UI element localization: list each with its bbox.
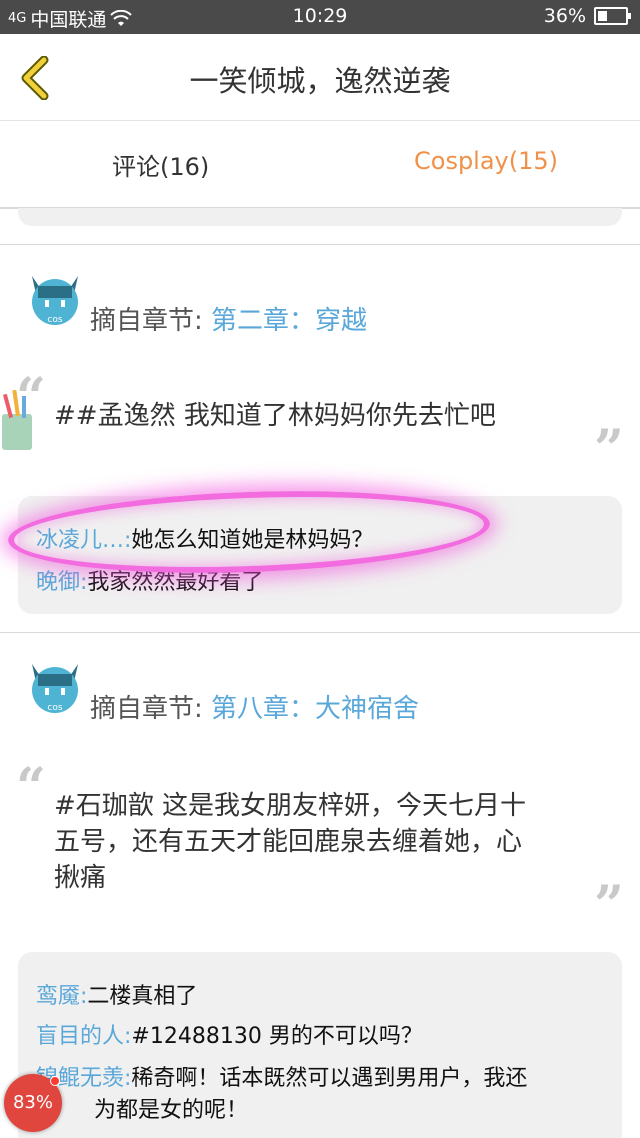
comment-text: 稀奇啊！话本既然可以遇到男用户，我还 (131, 1066, 528, 1091)
divider (0, 632, 640, 633)
comment-user[interactable]: 晚御: (36, 570, 87, 595)
comment-user[interactable]: 鸾魇: (36, 984, 87, 1009)
chapter-link[interactable]: 第二章：穿越 (211, 306, 367, 336)
quote-text-line: #石珈歆 这是我女朋友梓妍，今天七月十 (54, 791, 527, 821)
quote-text: ##孟逸然 我知道了林妈妈你先去忙吧 (54, 401, 496, 431)
cat-avatar-icon[interactable]: cos (28, 654, 82, 714)
comment-text: 为都是女的呢！ (94, 1098, 249, 1123)
cat-avatar-icon[interactable]: cos (28, 266, 82, 326)
battery-icon (594, 7, 631, 25)
quote-text-line: 五号，还有五天才能回鹿泉去缠着她，心 (54, 827, 523, 857)
comment-line: 为都是女的呢！ (94, 1092, 248, 1124)
avatar-label: cos (47, 703, 62, 713)
comment-line: 盲目的人:#12488130 男的不可以吗？ (36, 1018, 423, 1050)
divider (0, 244, 640, 245)
comment-box: 鸾魇:二楼真相了 盲目的人:#12488130 男的不可以吗？ 锦鲲无羡:稀奇啊… (18, 952, 622, 1138)
close-quote-icon: ” (594, 875, 624, 936)
tab-bar: 评论(16) Cosplay(15) (0, 121, 640, 209)
chapter-line: 摘自章节: 第八章：大神宿舍 (90, 688, 419, 725)
battery-percent: 36% (543, 5, 586, 27)
close-quote-icon: ” (594, 419, 624, 480)
page-title: 一笑倾城，逸然逆袭 (189, 64, 451, 98)
status-bar: 4G 中国联通 10:29 36% (0, 0, 640, 34)
notification-dot (50, 1076, 60, 1086)
avatar-label: cos (47, 315, 62, 325)
comment-user[interactable]: 盲目的人: (36, 1024, 131, 1049)
chapter-prefix: 摘自章节: (90, 694, 203, 724)
comment-line: 鸾魇:二楼真相了 (36, 978, 197, 1010)
floating-badge-label: 83% (12, 1092, 53, 1113)
comment-line: 锦鲲无羡:稀奇啊！话本既然可以遇到男用户，我还 (36, 1060, 527, 1092)
open-quote-icon: “ (16, 757, 46, 818)
comment-text: #12488130 男的不可以吗？ (131, 1024, 423, 1049)
comment-text: 二楼真相了 (87, 984, 198, 1009)
previous-comment-box (18, 208, 622, 226)
chapter-prefix: 摘自章节: (90, 306, 203, 336)
floating-accelerator-button[interactable]: 83% (4, 1074, 62, 1132)
open-quote-icon: “ (16, 367, 46, 428)
comment-text: 我家然然最好看了 (87, 570, 264, 595)
chapter-line: 摘自章节: 第二章：穿越 (90, 300, 367, 337)
tab-comments[interactable]: 评论(16) (112, 147, 209, 182)
chapter-link[interactable]: 第八章：大神宿舍 (211, 694, 419, 724)
nav-header: 一笑倾城，逸然逆袭 (0, 34, 640, 121)
tab-cosplay[interactable]: Cosplay(15) (414, 147, 558, 175)
quote-text-line: 揪痛 (54, 863, 107, 893)
